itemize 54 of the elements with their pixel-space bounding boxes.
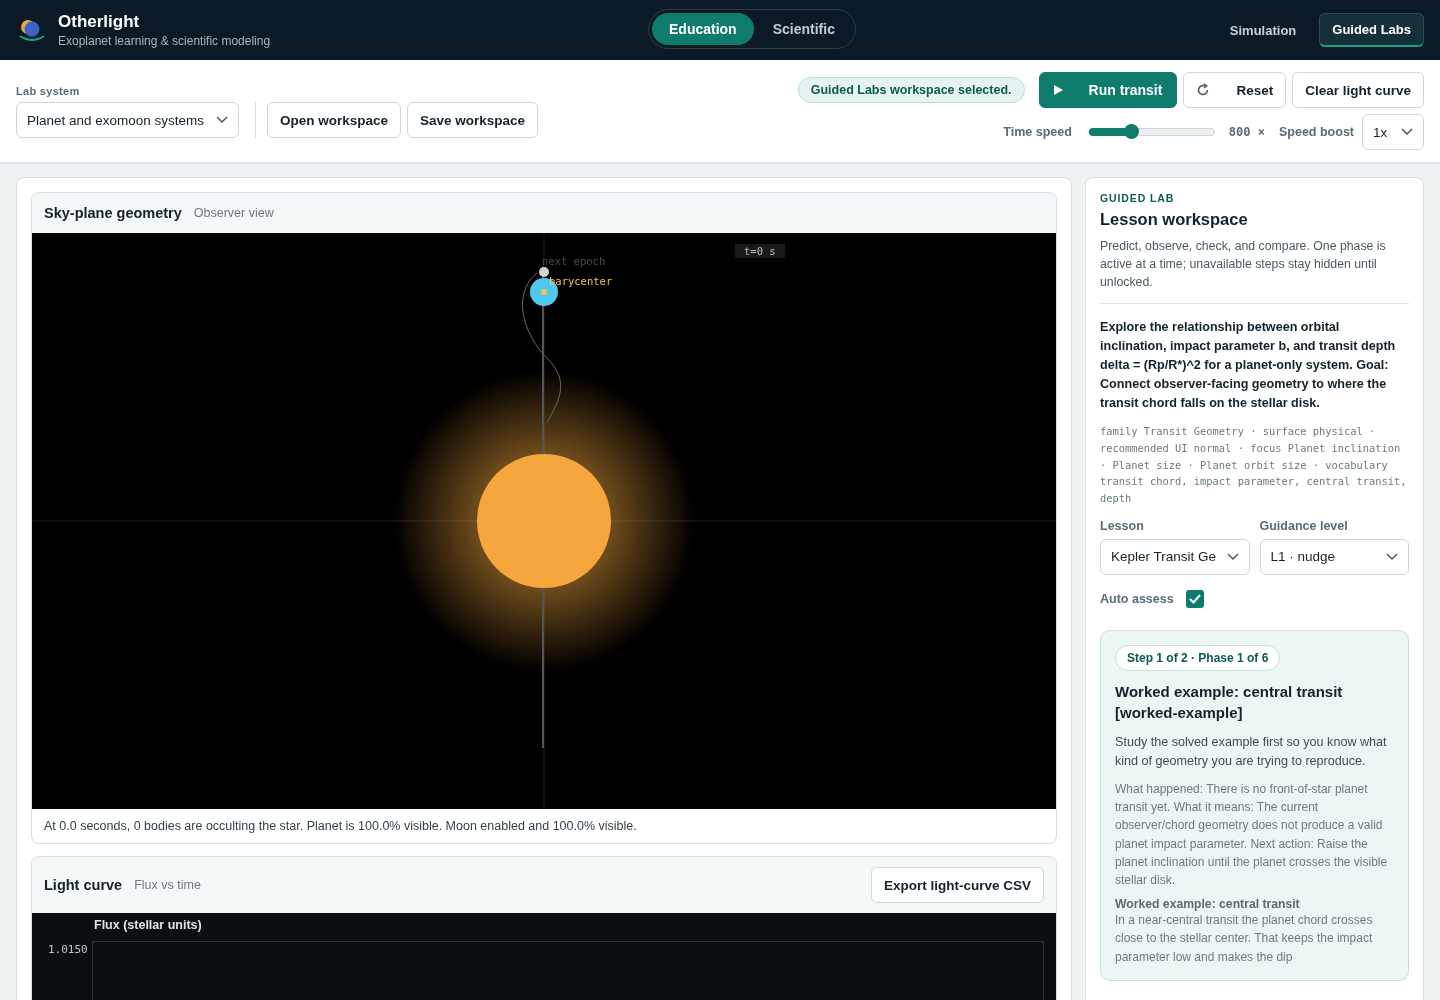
auto-assess-checkbox[interactable]: [1185, 590, 1204, 608]
step-title: Worked example: central transit [worked-example]: [1115, 682, 1344, 723]
barycenter-label: barycenter: [549, 275, 613, 287]
slider-thumb[interactable]: [1124, 124, 1140, 139]
lesson-meta: family Transit Geometry · surface physical · recommended UI normal · focus Planet inclination · Planet size · Planet orbit size · vocabulary transit chord, impact parameter, central transit, depth: [1100, 424, 1408, 507]
field-label: Guidance level: [1259, 519, 1349, 533]
step-badge: Step 1 of 2 · Phase 1 of 6: [1115, 645, 1281, 671]
workspace-button[interactable]: Save workspace: [407, 102, 539, 138]
field-label: Lab system: [16, 85, 81, 97]
lesson-goal: Explore the relationship between orbital inclination, impact parameter b, and transit depth delta = (Rp/R*)^2 for a planet-only system. Goal: Connect observer-facing geometry to where the transit chord falls on the stellar disk.: [1100, 319, 1397, 412]
run-button[interactable]: Run transit: [1038, 72, 1178, 108]
time-label: t=0 s: [735, 244, 785, 258]
panel-subtitle: Flux vs time: [134, 878, 201, 892]
lesson-title: Lesson workspace: [1100, 210, 1249, 229]
export-button[interactable]: Export light-curve CSV: [870, 867, 1044, 903]
nav-tab[interactable]: Simulation: [1216, 13, 1310, 47]
epoch-label: next epoch: [542, 255, 606, 267]
clear-button[interactable]: Clear light curve: [1292, 72, 1424, 108]
speed-label: Time speed: [1003, 125, 1072, 139]
nav-tab[interactable]: Guided Labs: [1319, 13, 1424, 47]
mode-tab[interactable]: Education: [652, 13, 754, 45]
tick-label: 1.0150: [48, 943, 88, 956]
chevron-down-icon: [1226, 553, 1239, 561]
refresh-icon: [1196, 83, 1211, 97]
panel-title: Sky-plane geometry: [44, 205, 182, 221]
status-badge: Guided Labs workspace selected.: [797, 77, 1025, 103]
axis-title: Flux (stellar units): [94, 918, 203, 932]
panel-subtitle: Observer view: [193, 206, 274, 220]
speed-boost-select[interactable]: 1x: [1362, 114, 1424, 150]
logo-icon: [18, 17, 46, 43]
checkbox-label: Auto assess: [1100, 592, 1174, 606]
example-text: In a near-central transit the planet chord crosses close to the stellar center. That keeps the impact parameter low and makes the dip: [1115, 912, 1374, 966]
speed-reading: 800 ×: [1228, 125, 1265, 139]
panel-title: Light curve: [44, 877, 123, 893]
guidance-select[interactable]: L1 · nudge: [1259, 539, 1409, 575]
feedback-text: What happened: There is no front-of-star planet transit yet. What it means: The current observer/chord geometry does not produce a valid planet impact parameter. Next action: Raise the planet inclination until the planet crosses the visible stellar disk.: [1115, 781, 1389, 889]
field-label: Lesson: [1100, 519, 1145, 533]
app-tagline: Exoplanet learning & scientific modeling: [58, 34, 271, 48]
reset-button[interactable]: Reset: [1183, 72, 1287, 108]
mode-tab[interactable]: Scientific: [755, 13, 852, 45]
chevron-down-icon: [216, 116, 228, 124]
eyebrow-label: GUIDED LAB: [1100, 192, 1176, 204]
lesson-intro: Predict, observe, check, and compare. One phase is active at a time; unavailable steps stay hidden until unlocked.: [1100, 237, 1409, 304]
lab-system-select[interactable]: Planet and exomoon systems: [16, 102, 239, 138]
workspace-button[interactable]: Open workspace: [267, 102, 402, 138]
chevron-down-icon: [1401, 128, 1413, 136]
example-title: Worked example: central transit: [1115, 897, 1301, 912]
play-icon: [1053, 85, 1063, 95]
speed-label: Speed boost: [1279, 125, 1354, 139]
chevron-down-icon: [1386, 553, 1398, 561]
scene-caption: At 0.0 seconds, 0 bodies are occulting the star. Planet is 100.0% visible. Moon enabled and 100.0% visible.: [43, 818, 638, 835]
step-text: Study the solved example first so you know what kind of geometry you are trying to reproduce.: [1115, 734, 1388, 771]
lesson-select[interactable]: Kepler Transit Ge: [1100, 539, 1250, 575]
app-name: Otherlight: [58, 12, 141, 32]
